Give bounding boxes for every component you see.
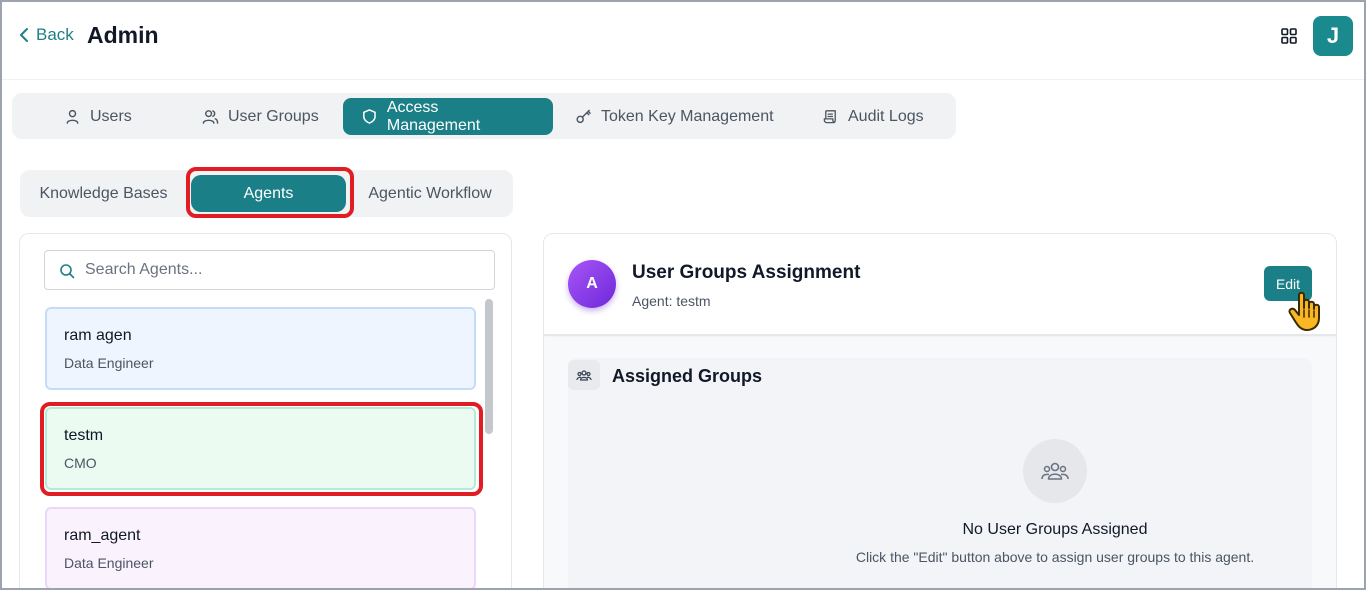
assignment-panel: A User Groups Assignment Agent: testm Ed… (543, 233, 1337, 590)
agent-card-testm[interactable]: testm CMO (45, 407, 476, 490)
agent-card-ram-agent[interactable]: ram_agent Data Engineer (45, 507, 476, 590)
assignment-header: A User Groups Assignment Agent: testm Ed… (544, 234, 1336, 336)
assignment-title: User Groups Assignment (632, 262, 861, 283)
agent-name: testm (64, 427, 104, 444)
agent-role: CMO (64, 455, 97, 471)
assigned-groups-title: Assigned Groups (612, 366, 763, 386)
sub-tabs: Knowledge Bases Agents Agentic Workflow (20, 170, 513, 217)
agent-role: Data Engineer (64, 555, 154, 571)
tab-token-key-management[interactable]: Token Key Management (557, 98, 792, 135)
empty-state-icon (1023, 439, 1087, 503)
tab-audit-logs[interactable]: Audit Logs (804, 98, 942, 135)
main-tabs: Users User Groups Access Management Toke… (12, 93, 956, 139)
agent-role: Data Engineer (64, 355, 154, 371)
search-input[interactable] (85, 261, 494, 279)
chevron-left-icon (20, 28, 28, 42)
tab-user-groups[interactable]: User Groups (184, 98, 337, 135)
list-scrollbar[interactable] (485, 299, 493, 434)
empty-state-title: No User Groups Assigned (962, 521, 1148, 538)
back-label: Back (36, 25, 74, 44)
shield-icon (363, 109, 376, 124)
empty-state-description: Click the "Edit" button above to assign … (855, 549, 1255, 565)
user-avatar[interactable]: J (1313, 16, 1353, 56)
agent-name: ram_agent (64, 527, 141, 544)
assigned-groups-section: Assigned Groups No User Groups Assigned … (568, 358, 1312, 590)
tab-label: User Groups (228, 107, 319, 125)
search-field[interactable] (44, 250, 495, 290)
page-title: Admin (87, 22, 159, 48)
tab-agents[interactable]: Agents (191, 175, 346, 212)
search-icon (60, 264, 75, 279)
header: Back Admin J (0, 0, 1366, 80)
tab-users[interactable]: Users (46, 98, 150, 135)
tab-label: Users (90, 107, 132, 125)
hand-cursor-icon (1288, 291, 1320, 331)
apps-grid-icon[interactable] (1280, 27, 1298, 45)
tab-access-management[interactable]: Access Management (343, 98, 553, 135)
scroll-icon (823, 110, 836, 124)
users-group-icon (1041, 462, 1069, 480)
assignment-subtitle: Agent: testm (632, 293, 711, 309)
tab-label: Audit Logs (848, 107, 924, 125)
groups-icon (568, 360, 600, 390)
back-button[interactable]: Back (18, 25, 74, 45)
agent-card-ram-agen[interactable]: ram agen Data Engineer (45, 307, 476, 390)
assignment-body: Assigned Groups No User Groups Assigned … (544, 338, 1336, 590)
users-icon (202, 110, 219, 124)
user-icon (66, 109, 79, 124)
tab-knowledge-bases[interactable]: Knowledge Bases (26, 175, 181, 212)
tab-agentic-workflow[interactable]: Agentic Workflow (355, 175, 505, 212)
tab-label: Token Key Management (601, 107, 774, 125)
key-icon (576, 109, 591, 124)
tab-label: Access Management (386, 98, 481, 134)
agent-avatar: A (568, 260, 616, 308)
agent-name: ram agen (64, 327, 132, 344)
agents-list-panel: ram agen Data Engineer testm CMO ram_age… (19, 233, 512, 590)
